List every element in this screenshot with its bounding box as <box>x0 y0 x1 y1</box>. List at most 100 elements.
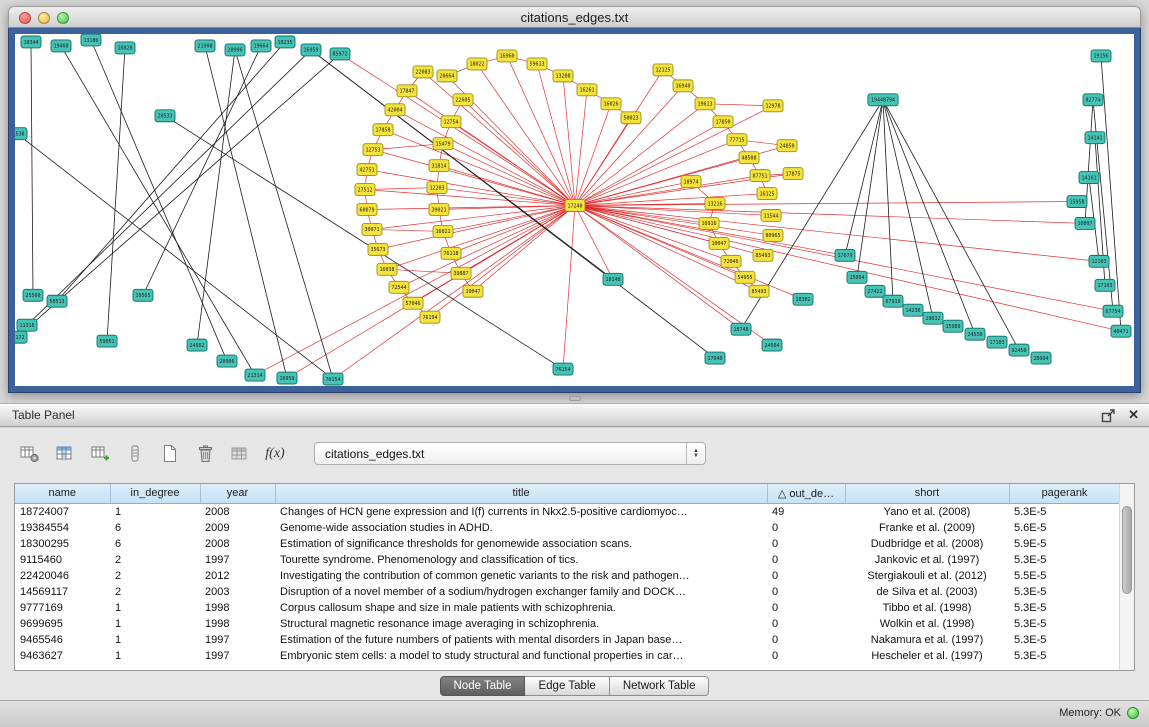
table-row[interactable]: 2242004622012Investigating the contribut… <box>15 568 1120 584</box>
graph-edge[interactable] <box>378 206 575 250</box>
graph-node[interactable]: 39887 <box>451 267 471 279</box>
graph-node[interactable]: 72046 <box>721 255 741 267</box>
graph-edge[interactable] <box>575 202 1077 206</box>
column-header-in_degree[interactable]: in_degree <box>110 484 200 503</box>
table-row[interactable]: 911546021997Tourette syndrome. Phenomeno… <box>15 552 1120 568</box>
graph-node[interactable]: 48508 <box>739 152 759 164</box>
graph-node[interactable]: 24562 <box>187 339 207 351</box>
graph-node[interactable]: 17240 <box>565 200 585 212</box>
graph-node[interactable]: 77715 <box>727 134 747 146</box>
graph-node[interactable]: 59051 <box>97 335 117 347</box>
column-header-pagerank[interactable]: pagerank <box>1009 484 1120 503</box>
graph-edge[interactable] <box>57 42 285 301</box>
graph-node[interactable]: 11544 <box>761 210 781 222</box>
graph-node[interactable]: 35673 <box>368 243 388 255</box>
delete-table-button[interactable] <box>193 443 217 465</box>
graph-node[interactable]: 27512 <box>355 184 375 196</box>
graph-node[interactable]: 18748 <box>731 323 751 335</box>
vertical-scrollbar[interactable] <box>1119 484 1134 670</box>
graph-node[interactable]: 18828 <box>115 42 135 54</box>
close-panel-icon[interactable]: ✕ <box>1128 407 1139 423</box>
graph-node[interactable]: 31814 <box>429 160 449 172</box>
graph-node[interactable]: 19448794 <box>868 94 898 106</box>
function-builder-button[interactable]: f(x) <box>263 443 287 465</box>
graph-node[interactable]: 16960 <box>497 50 517 62</box>
graph-edge[interactable] <box>575 140 737 206</box>
graph-node[interactable]: 82774 <box>1083 94 1103 106</box>
graph-node[interactable]: 24504 <box>762 339 782 351</box>
table-row[interactable]: 969969511998Structural magnetic resonanc… <box>15 616 1120 632</box>
column-header-year[interactable]: year <box>200 484 275 503</box>
graph-edge[interactable] <box>235 50 333 379</box>
graph-node[interactable]: 14141 <box>1085 132 1105 144</box>
graph-edge[interactable] <box>197 50 235 345</box>
graph-node[interactable]: 10047 <box>709 237 729 249</box>
graph-node[interactable]: 72544 <box>389 281 409 293</box>
close-window-button[interactable] <box>19 12 31 24</box>
graph-node[interactable]: 76154 <box>323 373 343 385</box>
graph-node[interactable]: 14230 <box>903 304 923 316</box>
graph-node[interactable]: 17940 <box>705 352 725 364</box>
graph-edge[interactable] <box>857 100 883 277</box>
column-header-short[interactable]: short <box>845 484 1009 503</box>
minimize-window-button[interactable] <box>38 12 50 24</box>
graph-edge[interactable] <box>91 40 227 361</box>
graph-node[interactable]: 16038 <box>377 263 397 275</box>
graph-node[interactable]: 19148 <box>603 273 623 285</box>
graph-node[interactable]: 17679 <box>835 249 855 261</box>
graph-node[interactable]: 21908 <box>195 40 215 52</box>
graph-edge[interactable] <box>575 206 763 256</box>
graph-node[interactable]: 17103 <box>1095 279 1115 291</box>
graph-node[interactable]: 19613 <box>695 98 715 110</box>
graph-node[interactable]: 16959 <box>277 372 297 384</box>
row-height-button[interactable] <box>123 443 147 465</box>
graph-edge[interactable] <box>575 206 613 280</box>
graph-node[interactable]: 24550 <box>965 328 985 340</box>
graph-node[interactable]: 54955 <box>735 271 755 283</box>
graph-node[interactable]: 42004 <box>385 104 405 116</box>
graph-edge[interactable] <box>61 46 255 375</box>
graph-node[interactable]: 92450 <box>1009 344 1029 356</box>
graph-node[interactable]: 67754 <box>1103 305 1123 317</box>
graph-edge[interactable] <box>575 206 773 236</box>
graph-node[interactable]: 76154 <box>553 363 573 375</box>
graph-node[interactable]: 59613 <box>527 58 547 70</box>
graph-node[interactable]: 17847 <box>397 85 417 97</box>
graph-edge[interactable] <box>575 86 683 206</box>
graph-node[interactable]: 19012 <box>923 312 943 324</box>
graph-edge[interactable] <box>365 188 437 190</box>
graph-edge[interactable] <box>387 206 575 270</box>
graph-node[interactable]: 12754 <box>441 116 461 128</box>
graph-node[interactable]: 15958 <box>1067 196 1087 208</box>
new-column-button[interactable] <box>88 443 112 465</box>
graph-node[interactable]: 16026 <box>601 98 621 110</box>
graph-node[interactable]: 85972 <box>330 48 350 60</box>
graph-edge[interactable] <box>883 100 893 301</box>
graph-node[interactable]: 25560 <box>23 289 43 301</box>
graph-node[interactable]: 50513 <box>47 295 67 307</box>
graph-edge[interactable] <box>477 64 575 206</box>
new-table-button[interactable] <box>158 443 182 465</box>
graph-edge[interactable] <box>563 206 575 370</box>
graph-node[interactable]: 42751 <box>357 164 377 176</box>
network-canvas-svg[interactable]: 1724022083178474200417858127534275127512… <box>15 34 1134 386</box>
graph-edge[interactable] <box>575 206 771 216</box>
graph-node[interactable]: 16097 <box>1075 217 1095 229</box>
table-mode-button[interactable] <box>18 443 42 465</box>
graph-node[interactable]: 16940 <box>673 80 693 92</box>
graph-edge[interactable] <box>31 42 33 295</box>
graph-node[interactable]: 19460 <box>51 40 71 52</box>
table-row[interactable]: 1456911722003Disruption of a novel membe… <box>15 584 1120 600</box>
graph-node[interactable]: 14161 <box>1079 172 1099 184</box>
table-row[interactable]: 1872400712008Changes of HCN gene express… <box>15 503 1120 520</box>
table-row[interactable]: 1830029562008Estimation of significance … <box>15 536 1120 552</box>
tab-edge-table[interactable]: Edge Table <box>525 676 609 696</box>
graph-node[interactable]: 57046 <box>403 297 423 309</box>
graph-node[interactable]: 50023 <box>621 112 641 124</box>
import-table-button[interactable] <box>228 443 252 465</box>
graph-node[interactable]: 27422 <box>865 285 885 297</box>
table-row[interactable]: 946554611997Estimation of the future num… <box>15 632 1120 648</box>
column-header-title[interactable]: title <box>275 484 767 503</box>
graph-edge[interactable] <box>383 130 575 206</box>
graph-node[interactable]: 18022 <box>467 58 487 70</box>
